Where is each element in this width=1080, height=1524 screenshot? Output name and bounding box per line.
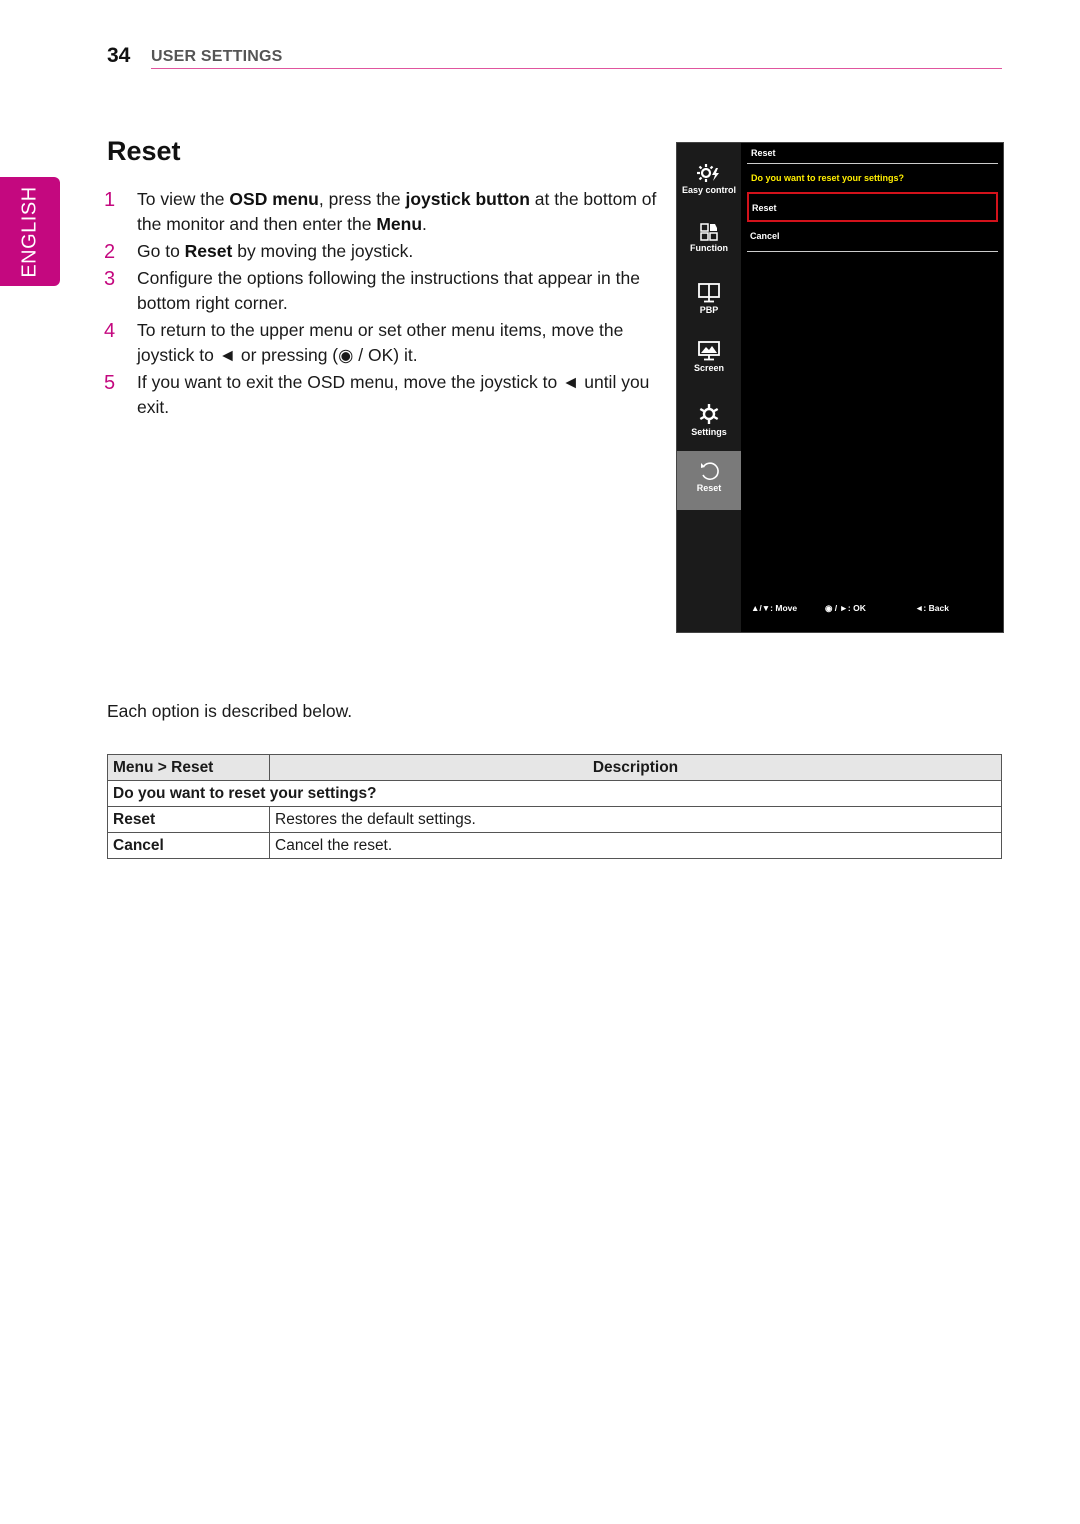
table-header-menu: Menu > Reset [107,754,270,781]
easy-control-icon [697,164,719,182]
osd-screenshot: Easy control Function PBP Screen Setting… [676,142,1004,633]
settings-icon [699,404,719,424]
osd-item-label: Reset [696,483,722,493]
step-emphasis: OSD menu [229,189,319,209]
step-item: 3 Configure the options following the ins… [104,266,664,316]
osd-sidebar: Easy control Function PBP Screen Setting… [677,143,741,632]
step-number: 4 [104,320,116,342]
step-text: If you want to exit the OSD menu, move t… [137,372,650,417]
step-number: 3 [104,268,116,290]
osd-options-rule [747,251,998,252]
osd-question: Do you want to reset your settings? [751,173,905,183]
page-heading: Reset [107,136,181,166]
step-emphasis: Reset [184,241,233,261]
step-text: Go to [137,241,185,261]
table-header-row: Menu > Reset Description [107,754,1002,781]
step-item: 4 To return to the upper menu or set othe… [104,318,664,368]
osd-item-label: Function [690,243,728,253]
step-number: 5 [104,372,116,394]
osd-item-settings: Settings [677,403,741,437]
intro-text: Each option is described below. [107,701,353,721]
table-section-label: Do you want to reset your settings? [107,780,1002,807]
pbp-icon [698,283,720,303]
step-text: To view the [137,189,230,209]
step-text: . [422,214,427,234]
function-icon [700,223,718,241]
section-title: USER SETTINGS [151,48,283,65]
reset-icon [701,462,719,481]
osd-item-screen: Screen [677,341,741,373]
step-emphasis: joystick button [405,189,530,209]
step-emphasis: Menu [376,214,423,234]
step-text: To return to the upper menu or set other… [137,320,624,365]
osd-item-reset: Reset [677,451,741,510]
page-number: 34 [107,44,131,67]
table-cell-description: Cancel the reset. [269,832,1002,859]
table-cell-option: Cancel [107,832,270,859]
table-row: Cancel Cancel the reset. [107,832,1002,859]
osd-footer-move: ▲/▼: Move [751,603,798,613]
osd-title-rule [747,163,998,164]
step-item: 1 To view the OSD menu, press the joystic… [104,187,664,237]
osd-option-reset: Reset [747,192,998,222]
table-section-row: Do you want to reset your settings? [107,780,1002,807]
osd-item-function: Function [677,223,741,253]
header-rule [151,68,1002,69]
language-label: ENGLISH [18,185,41,278]
osd-option-cancel: Cancel [750,231,780,241]
table-cell-description: Restores the default settings. [269,806,1002,833]
table-cell-option: Reset [107,806,270,833]
osd-footer-back: ◄: Back [915,603,949,613]
step-text: , press the [318,189,406,209]
osd-item-label: Easy control [681,185,737,195]
osd-item-easy-control: Easy control [677,163,741,195]
table-row: Reset Restores the default settings. [107,806,1002,833]
osd-item-label: Screen [693,363,725,373]
step-text: by moving the joystick. [232,241,414,261]
osd-title: Reset [751,148,776,158]
options-table: Menu > Reset Description Do you want to … [107,754,1002,859]
osd-item-label: PBP [699,305,719,315]
step-item: 5 If you want to exit the OSD menu, move … [104,370,664,420]
steps-list: 1 To view the OSD menu, press the joystic… [104,187,664,422]
step-text: Configure the options following the inst… [137,268,640,313]
osd-item-pbp: PBP [677,283,741,315]
step-number: 2 [104,241,116,263]
step-item: 2 Go to Reset by moving the joystick. [104,239,664,264]
screen-icon [698,341,720,361]
table-header-description: Description [269,754,1002,781]
language-tab: ENGLISH [0,177,60,286]
osd-item-label: Settings [691,427,727,437]
step-number: 1 [104,189,116,211]
osd-footer-ok: ◉ / ►: OK [825,603,866,613]
